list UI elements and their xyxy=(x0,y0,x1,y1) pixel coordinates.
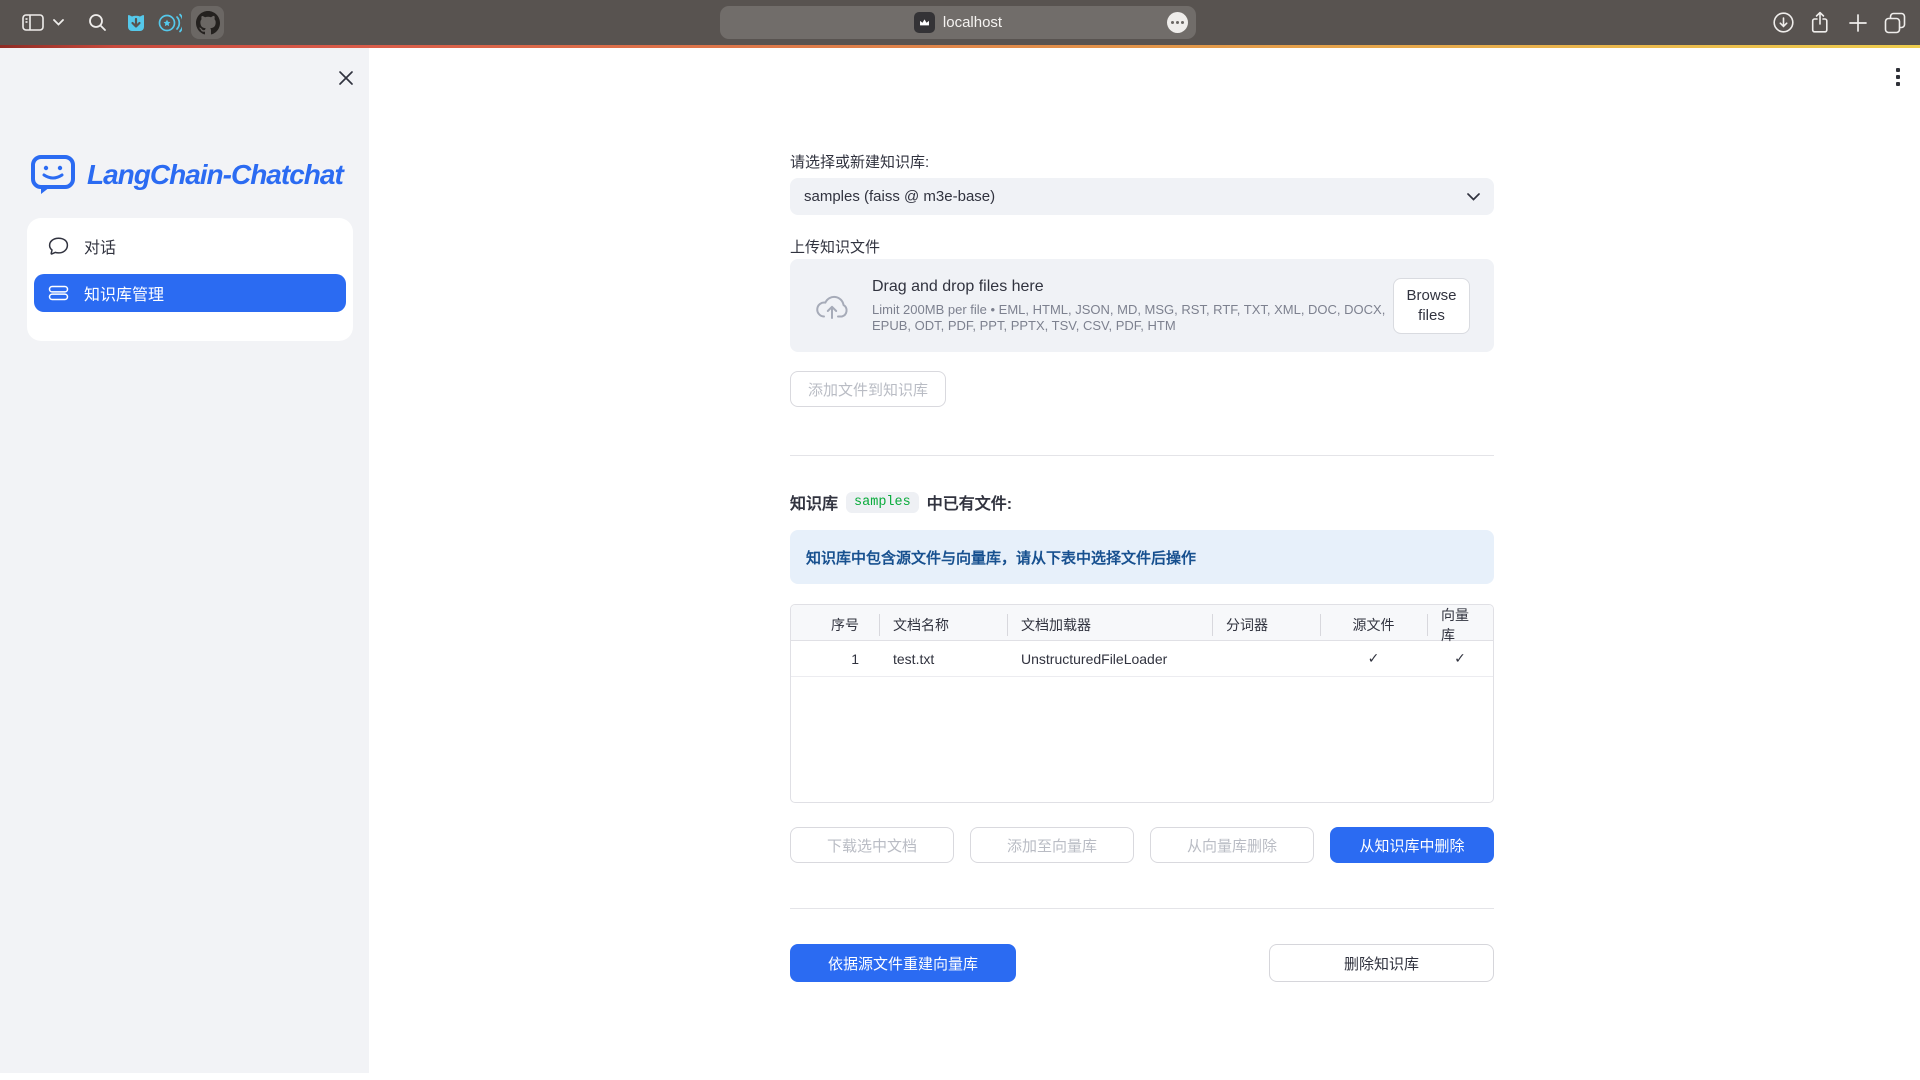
kb-select-label: 请选择或新建知识库: xyxy=(790,151,929,172)
col-header-index: 序号 xyxy=(791,605,879,645)
cell-filename: test.txt xyxy=(879,641,1007,676)
streamlit-menu-icon[interactable] xyxy=(1889,64,1907,90)
kb-name-chip: samples xyxy=(846,492,919,513)
col-header-loader: 文档加载器 xyxy=(1007,605,1212,645)
sidebar-close-icon[interactable] xyxy=(333,65,359,91)
add-files-button[interactable]: 添加文件到知识库 xyxy=(790,371,946,407)
new-tab-icon[interactable] xyxy=(1845,0,1871,45)
main-content: 请选择或新建知识库: samples (faiss @ m3e-base) 上传… xyxy=(790,48,1494,1080)
sidebar-nav: 对话 知识库管理 xyxy=(27,218,353,341)
add-to-vectorstore-button[interactable]: 添加至向量库 xyxy=(970,827,1134,863)
file-actions: 下载选中文档 添加至向量库 从向量库删除 从知识库中删除 xyxy=(790,827,1494,863)
upload-label: 上传知识文件 xyxy=(790,236,880,257)
downloads-icon[interactable] xyxy=(1770,0,1796,45)
chat-bubble-icon xyxy=(48,236,69,256)
chevron-down-icon xyxy=(1467,193,1480,201)
browse-files-button[interactable]: Browse files xyxy=(1393,278,1470,334)
rebuild-vectorstore-button[interactable]: 依据源文件重建向量库 xyxy=(790,944,1016,982)
col-header-source: 源文件 xyxy=(1320,605,1427,645)
knowledge-base-icon xyxy=(48,283,69,303)
table-header: 序号 文档名称 文档加载器 分词器 源文件 向量库 xyxy=(791,605,1493,641)
sidebar-chevron-icon[interactable] xyxy=(50,0,66,45)
site-favicon xyxy=(914,12,935,33)
kb-selectbox[interactable]: samples (faiss @ m3e-base) xyxy=(790,178,1494,215)
table-row[interactable]: 1 test.txt UnstructuredFileLoader ✓ ✓ xyxy=(791,641,1493,677)
app-logo: LangChain-Chatchat xyxy=(30,154,343,196)
delete-from-kb-button[interactable]: 从知识库中删除 xyxy=(1330,827,1494,863)
address-bar[interactable]: localhost xyxy=(720,6,1196,39)
url-text: localhost xyxy=(943,14,1002,31)
nav-item-dialogue[interactable]: 对话 xyxy=(34,227,346,265)
app-logo-text: LangChain-Chatchat xyxy=(87,159,343,191)
file-dropzone[interactable]: Drag and drop files here Limit 200MB per… xyxy=(790,259,1494,352)
files-table: 序号 文档名称 文档加载器 分词器 源文件 向量库 1 test.txt Uns… xyxy=(790,604,1494,803)
github-icon[interactable] xyxy=(191,6,224,39)
files-heading-suffix: 中已有文件: xyxy=(927,490,1012,514)
col-header-filename: 文档名称 xyxy=(879,605,1007,645)
cell-index: 1 xyxy=(791,641,879,676)
cell-splitter xyxy=(1212,641,1320,676)
nav-item-knowledge-base[interactable]: 知识库管理 xyxy=(34,274,346,312)
files-heading-prefix: 知识库 xyxy=(790,490,838,514)
dropzone-texts: Drag and drop files here Limit 200MB per… xyxy=(872,278,1412,334)
nav-item-label: 知识库管理 xyxy=(84,281,164,305)
kb-selectbox-value: samples (faiss @ m3e-base) xyxy=(804,188,1467,205)
cell-loader: UnstructuredFileLoader xyxy=(1007,641,1212,676)
tab-overview-icon[interactable] xyxy=(1881,0,1909,45)
cell-source-check: ✓ xyxy=(1320,641,1427,676)
search-icon[interactable] xyxy=(85,0,109,45)
delete-from-vectorstore-button[interactable]: 从向量库删除 xyxy=(1150,827,1314,863)
cloud-upload-icon xyxy=(814,292,850,320)
info-banner: 知识库中包含源文件与向量库，请从下表中选择文件后操作 xyxy=(790,530,1494,584)
col-header-splitter: 分词器 xyxy=(1212,605,1320,645)
divider xyxy=(790,908,1494,909)
focus-circles-icon[interactable] xyxy=(157,0,183,45)
chatchat-logo-icon xyxy=(30,154,76,196)
downloads-cat-icon[interactable] xyxy=(123,0,149,45)
browser-toolbar: localhost xyxy=(0,0,1920,45)
dropzone-limit: Limit 200MB per file • EML, HTML, JSON, … xyxy=(872,302,1402,334)
sidebar-toggle-icon[interactable] xyxy=(20,0,46,45)
share-icon[interactable] xyxy=(1807,0,1833,45)
page-options-icon[interactable] xyxy=(1167,12,1188,33)
sidebar: LangChain-Chatchat 对话 知识库管理 xyxy=(0,48,369,1073)
divider xyxy=(790,455,1494,456)
dropzone-title: Drag and drop files here xyxy=(872,278,1412,296)
delete-kb-button[interactable]: 删除知识库 xyxy=(1269,944,1494,982)
nav-item-label: 对话 xyxy=(84,234,116,258)
cell-vector-check: ✓ xyxy=(1427,641,1493,676)
download-selected-button[interactable]: 下载选中文档 xyxy=(790,827,954,863)
files-heading: 知识库 samples 中已有文件: xyxy=(790,490,1012,514)
col-header-vector: 向量库 xyxy=(1427,605,1493,645)
